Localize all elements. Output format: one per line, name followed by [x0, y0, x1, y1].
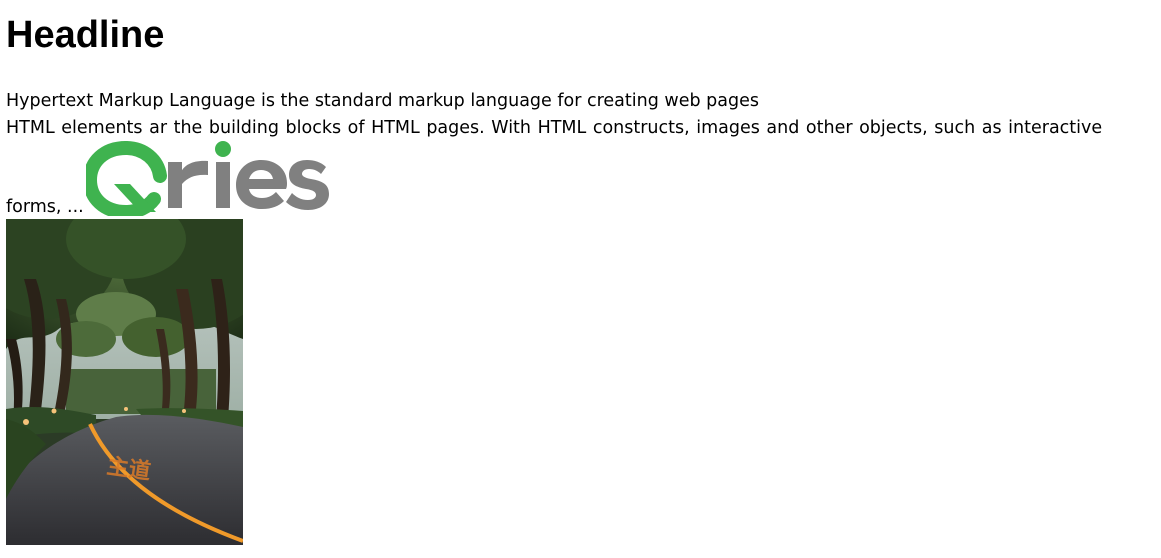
logo-r-letter [168, 160, 208, 208]
tree-lined-road-photo: 主道 [6, 219, 243, 545]
paragraph-line-3: forms, ... [6, 197, 84, 217]
paragraph-line-1: Hypertext Markup Language is the standar… [6, 91, 759, 111]
logo-e-letter [236, 160, 287, 209]
page: Headline Hypertext Markup Language is th… [0, 0, 1161, 558]
qries-logo-image [86, 141, 329, 216]
logo-q-mark [86, 141, 167, 216]
logo-s-letter [286, 160, 329, 210]
logo-i-letter [215, 141, 231, 208]
page-headline: Headline [6, 14, 165, 56]
paragraph-line-2: HTML elements ar the building blocks of … [6, 118, 1103, 138]
